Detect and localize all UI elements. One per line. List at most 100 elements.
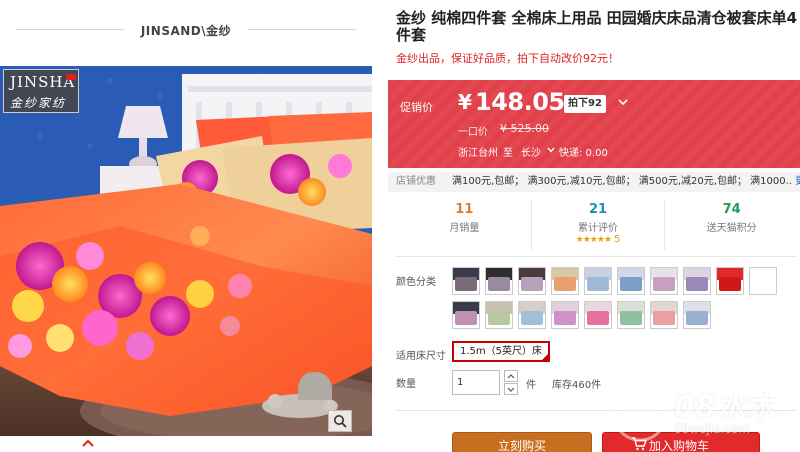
swatch-bedding — [488, 311, 510, 325]
chevron-down-icon — [507, 387, 515, 392]
shop-promo-label: 店铺优惠 — [396, 176, 436, 187]
color-swatch[interactable] — [683, 267, 711, 295]
color-swatch[interactable] — [650, 267, 678, 295]
watermark-text: 08水木 — [674, 390, 776, 425]
main-product-image[interactable]: JINSHA 金纱家纺 — [0, 66, 372, 436]
logo-badge — [66, 74, 76, 80]
ship-from: 浙江台州 — [458, 148, 498, 159]
rating-score: 5 — [613, 234, 621, 245]
chevron-up-icon — [82, 439, 94, 447]
product-subtitle: 金纱出品，保证好品质，拍下自动改价92元！ — [396, 52, 619, 65]
swatch-bedding — [620, 277, 642, 291]
color-swatch[interactable] — [485, 267, 513, 295]
review-count-label: 累计评价 — [578, 223, 618, 234]
logo-chinese: 金纱家纺 — [10, 96, 67, 110]
original-price: ¥ 525.00 — [500, 122, 549, 135]
chevron-up-icon — [507, 373, 515, 378]
zoom-button[interactable] — [328, 410, 352, 432]
brand-header: JINSAND\金纱 — [0, 0, 372, 60]
color-swatch[interactable] — [518, 267, 546, 295]
price-panel: 促销价 ¥ 148.05 拍下92 一口价 ¥ 525.00 浙江台州 至 长沙… — [388, 80, 800, 168]
color-swatch[interactable] — [584, 267, 612, 295]
color-swatch[interactable] — [518, 301, 546, 329]
coupon-badge[interactable]: 拍下92 — [564, 95, 606, 113]
tmall-points: 74 送天猫积分 — [665, 200, 798, 250]
color-swatch[interactable] — [551, 267, 579, 295]
color-option-label: 颜色分类 — [396, 277, 436, 288]
quantity-unit: 件 — [526, 380, 536, 391]
color-swatch[interactable] — [716, 267, 744, 295]
more-promos-link[interactable]: 更多 — [795, 176, 800, 187]
swatch-bedding — [455, 277, 477, 291]
tmall-points-value: 74 — [722, 202, 741, 217]
buy-now-button[interactable]: 立刻购买 — [452, 432, 592, 452]
tmall-points-label: 送天猫积分 — [706, 223, 757, 234]
swatch-bedding — [554, 277, 576, 291]
magnifier-icon — [334, 415, 347, 428]
review-count-value[interactable]: 21 — [532, 202, 665, 217]
color-swatch[interactable] — [683, 301, 711, 329]
bedding-photo — [0, 66, 372, 436]
chevron-down-icon[interactable] — [547, 147, 555, 153]
swatch-bedding — [653, 311, 675, 325]
shop-promotions: 店铺优惠 满100元,包邮； 满300元,减10元,包邮； 满500元,减20元… — [388, 172, 800, 192]
quantity-label: 数量 — [396, 379, 416, 390]
brand-logo: JINSHA 金纱家纺 — [3, 69, 79, 113]
swatch-bedding — [455, 311, 477, 325]
swatch-bedding — [686, 277, 708, 291]
swatch-bedding — [521, 311, 543, 325]
color-swatch[interactable] — [485, 301, 513, 329]
monthly-sales-label: 月销量 — [449, 223, 480, 234]
swatch-bedding — [488, 277, 510, 291]
size-option-selected[interactable]: 1.5m（5英尺）床 — [452, 341, 551, 362]
shop-promo-items: 满100元,包邮； 满300元,减10元,包邮； 满500元,减20元,包邮； … — [452, 176, 792, 187]
product-title: 金纱 纯棉四件套 全棉床上用品 田园婚庆床品清仓被套床单4件套 — [396, 9, 798, 44]
monthly-sales: 11 月销量 — [398, 200, 532, 250]
ship-to-selector[interactable]: 长沙 — [521, 144, 541, 159]
promo-price: 148.05 — [475, 88, 565, 116]
color-swatch[interactable] — [584, 301, 612, 329]
color-swatch[interactable] — [650, 301, 678, 329]
swatch-bedding — [521, 277, 543, 291]
promo-price-label: 促销价 — [400, 101, 433, 114]
swatch-bedding — [554, 311, 576, 325]
watermark-url: 08wojia.com — [674, 422, 750, 436]
ship-to-label: 至 — [503, 148, 513, 159]
swatch-bedding — [587, 311, 609, 325]
divider — [16, 29, 124, 30]
swatch-bedding — [587, 277, 609, 291]
sales-stats: 11 月销量 21 累计评价 ★★★★★ 5 74 送天猫积分 — [398, 200, 798, 250]
review-count[interactable]: 21 累计评价 ★★★★★ 5 — [532, 200, 666, 250]
rating-stars: ★★★★★ 5 — [532, 234, 665, 245]
divider — [248, 29, 356, 30]
divider — [396, 256, 796, 257]
size-option-label: 适用床尺寸 — [396, 351, 446, 362]
monthly-sales-count: 11 — [455, 202, 474, 217]
swatch-bedding — [653, 277, 675, 291]
quantity-increase-button[interactable] — [504, 370, 518, 382]
color-swatch[interactable] — [551, 301, 579, 329]
color-swatch[interactable] — [617, 301, 645, 329]
chevron-down-icon[interactable] — [618, 98, 628, 106]
swatch-bedding — [620, 311, 642, 325]
site-watermark: 08水木 08wojia.com — [596, 376, 796, 452]
currency-symbol: ¥ — [458, 90, 472, 114]
house-logo-icon — [612, 386, 668, 442]
original-price-label: 一口价 — [458, 127, 488, 138]
stock-count: 库存460件 — [552, 380, 602, 391]
color-swatch[interactable] — [617, 267, 645, 295]
image-gallery: JINSAND\金纱 JINSHA 金纱家纺 — [0, 0, 372, 452]
quantity-input[interactable]: 1 — [452, 370, 500, 395]
star-icons: ★★★★★ — [575, 235, 612, 245]
brand-title[interactable]: JINSAND\金纱 — [141, 22, 231, 39]
scroll-up-button[interactable] — [82, 436, 94, 450]
swatch-bedding — [752, 277, 774, 291]
color-swatch[interactable] — [452, 301, 480, 329]
size-option-text: 1.5m（5英尺）床 — [460, 346, 543, 357]
color-swatch[interactable] — [749, 267, 777, 295]
color-swatch[interactable] — [452, 267, 480, 295]
quantity-decrease-button[interactable] — [504, 383, 518, 395]
shipping-fee: 快递: 0.00 — [559, 148, 608, 159]
swatch-bedding — [719, 277, 741, 291]
swatch-bedding — [686, 311, 708, 325]
